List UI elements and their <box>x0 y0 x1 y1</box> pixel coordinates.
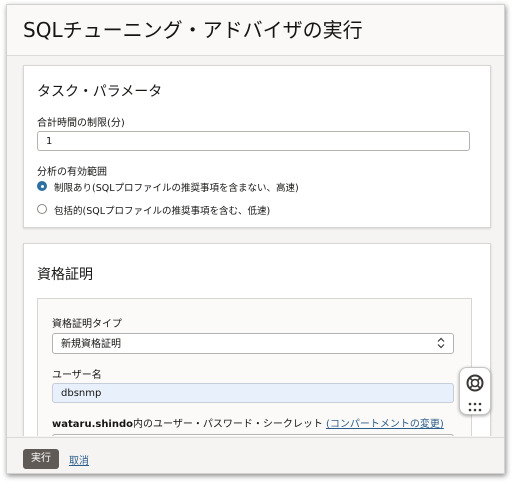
lifebuoy-icon[interactable] <box>466 374 484 392</box>
credential-type-value: 新規資格証明 <box>61 339 121 350</box>
credential-type-select[interactable]: 新規資格証明 <box>52 333 454 354</box>
task-parameters-heading: タスク・パラメータ <box>37 84 163 100</box>
credentials-heading: 資格証明 <box>37 267 93 283</box>
username-input[interactable]: dbsnmp <box>52 383 454 403</box>
secret-label: wataru.shindo内のユーザー・パスワード・シークレット (コンパートメ… <box>52 415 444 430</box>
credential-type-label: 資格証明タイプ <box>52 319 122 330</box>
username-label: ユーザー名 <box>52 370 102 381</box>
total-time-label: 合計時間の制限(分) <box>37 118 125 129</box>
advisor-dialog: SQLチューニング・アドバイザの実行 タスク・パラメータ 合計時間の制限(分) … <box>6 4 505 474</box>
credentials-card: 資格証明 資格証明タイプ 新規資格証明 ユーザー名 dbsnmp wataru.… <box>23 243 491 436</box>
credentials-inner-card: 資格証明タイプ 新規資格証明 ユーザー名 dbsnmp wataru.shind… <box>37 298 472 436</box>
secret-label-text: 内のユーザー・パスワード・シークレット <box>133 419 323 430</box>
scope-option-limited-label: 制限あり(SQLプロファイルの推奨事項を含まない、高速) <box>54 183 299 194</box>
help-widget[interactable] <box>459 367 491 415</box>
dialog-body[interactable]: タスク・パラメータ 合計時間の制限(分) 1 分析の有効範囲 制限あり(SQLプ… <box>7 56 504 436</box>
radio-limited[interactable] <box>37 181 47 191</box>
radio-comprehensive[interactable] <box>37 204 47 214</box>
scope-option-comprehensive-label: 包括的(SQLプロファイルの推奨事項を含む、低速) <box>54 206 271 217</box>
compartment-name: wataru.shindo <box>52 419 134 430</box>
total-time-input[interactable]: 1 <box>37 131 470 151</box>
dialog-footer: 実行 取消 <box>7 437 504 473</box>
select-chevron-icon <box>437 337 445 353</box>
grid-dots-icon[interactable] <box>468 397 482 412</box>
secret-select[interactable] <box>52 434 454 436</box>
cancel-link[interactable]: 取消 <box>69 452 89 467</box>
task-parameters-card: タスク・パラメータ 合計時間の制限(分) 1 分析の有効範囲 制限あり(SQLプ… <box>23 65 491 228</box>
analysis-scope-label: 分析の有効範囲 <box>37 167 107 178</box>
page-title: SQLチューニング・アドバイザの実行 <box>23 18 363 42</box>
dialog-header: SQLチューニング・アドバイザの実行 <box>7 5 504 56</box>
run-button[interactable]: 実行 <box>23 449 59 469</box>
change-compartment-link[interactable]: (コンパートメントの変更) <box>326 419 444 430</box>
